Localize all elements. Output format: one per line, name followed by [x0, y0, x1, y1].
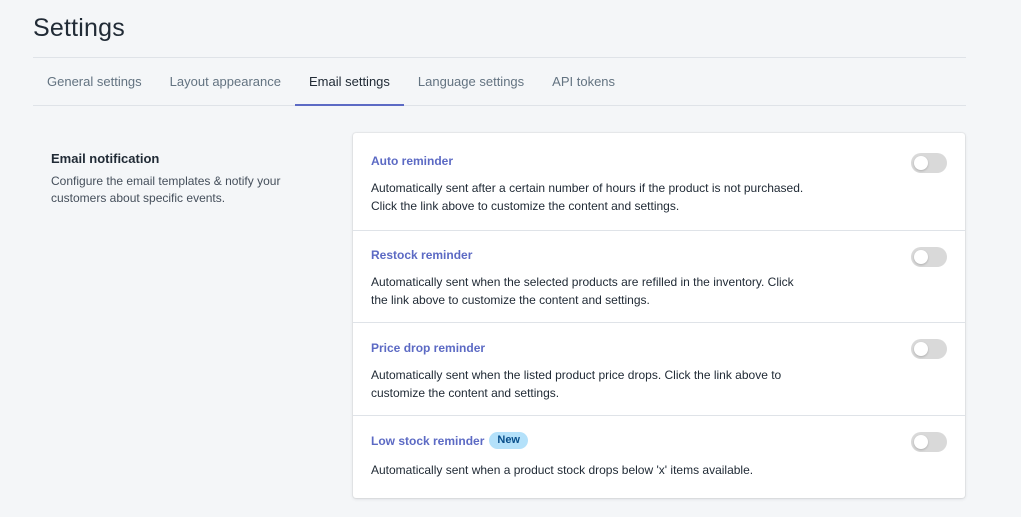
email-notification-section-info: Email notification Configure the email t… — [51, 151, 331, 207]
restock-reminder-title: Restock reminder — [371, 248, 473, 262]
tab-email-settings[interactable]: Email settings — [294, 58, 404, 106]
low-stock-reminder-title: Low stock reminder — [371, 433, 485, 448]
restock-reminder-link[interactable]: Restock reminder — [371, 248, 472, 262]
auto-reminder-description: Automatically sent after a certain numbe… — [371, 181, 804, 213]
price-drop-reminder-title: Price drop reminder — [371, 341, 486, 355]
reminder-row-restock: Restock reminder Automatically sent when… — [353, 230, 965, 323]
toggle-knob — [914, 435, 928, 449]
reminder-row-low-stock: Low stock reminder New Automatically sen… — [353, 415, 965, 499]
reminders-card: Auto reminder Automatically sent after a… — [353, 133, 965, 498]
restock-reminder-description: Automatically sent when the selected pro… — [371, 275, 794, 307]
settings-tabs: General settings Layout appearance Email… — [33, 58, 966, 106]
auto-reminder-toggle[interactable] — [911, 153, 947, 173]
reminder-row-auto: Auto reminder Automatically sent after a… — [353, 133, 965, 230]
price-drop-reminder-toggle[interactable] — [911, 339, 947, 359]
toggle-knob — [914, 342, 928, 356]
price-drop-reminder-description: Automatically sent when the listed produ… — [371, 368, 782, 400]
low-stock-reminder-description: Automatically sent when a product stock … — [371, 463, 754, 477]
toggle-knob — [914, 156, 928, 170]
tab-language-settings[interactable]: Language settings — [404, 58, 538, 105]
reminder-row-price-drop: Price drop reminder Automatically sent w… — [353, 322, 965, 416]
auto-reminder-title: Auto reminder — [371, 154, 454, 168]
page-title: Settings — [33, 14, 125, 42]
auto-reminder-link[interactable]: Auto reminder — [371, 154, 453, 168]
tab-api-tokens[interactable]: API tokens — [538, 58, 629, 105]
price-drop-reminder-link[interactable]: Price drop reminder — [371, 341, 485, 355]
section-heading: Email notification — [51, 151, 160, 166]
low-stock-reminder-link[interactable]: Low stock reminder New — [371, 432, 528, 449]
restock-reminder-toggle[interactable] — [911, 247, 947, 267]
toggle-knob — [914, 250, 928, 264]
low-stock-reminder-toggle[interactable] — [911, 432, 947, 452]
new-badge: New — [489, 432, 528, 449]
section-description: Configure the email templates & notify y… — [51, 174, 281, 205]
tab-layout-appearance[interactable]: Layout appearance — [156, 58, 295, 105]
tab-general-settings[interactable]: General settings — [33, 58, 156, 105]
